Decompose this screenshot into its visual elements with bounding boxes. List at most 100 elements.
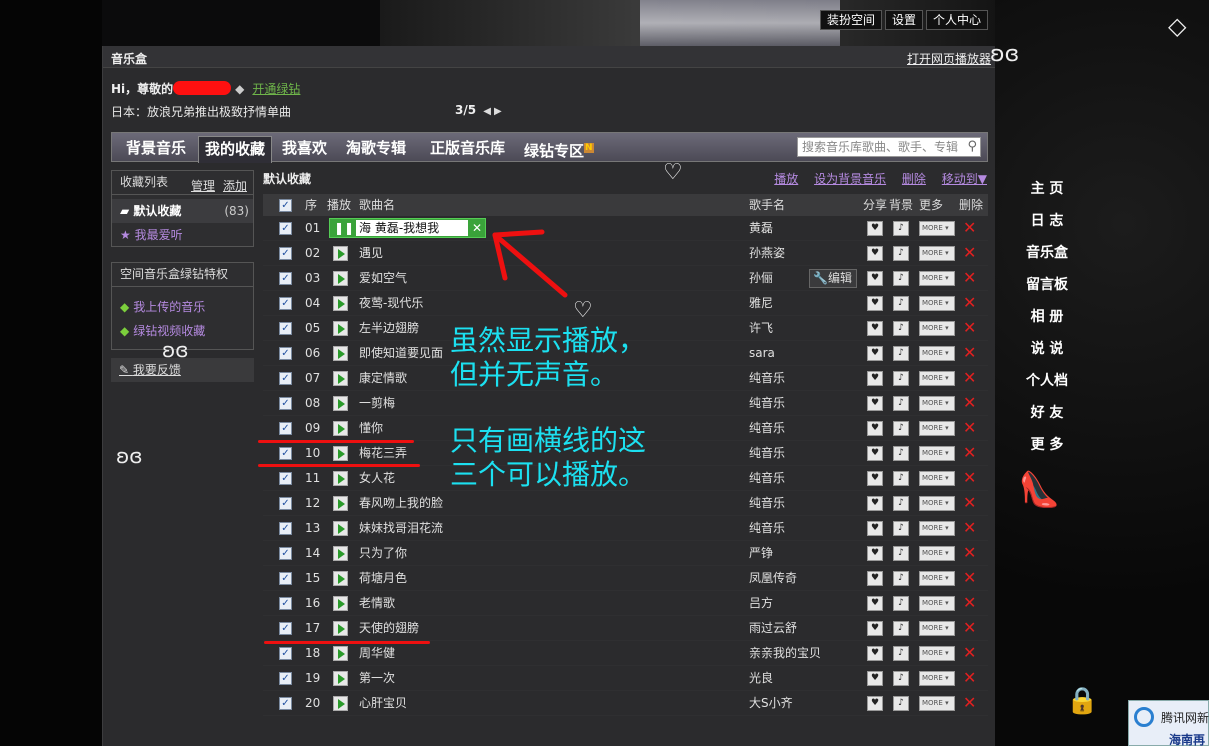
table-row[interactable]: ✓ 19 第一次 光良 ♥ ♪ MORE ▾ ✕	[263, 666, 988, 691]
delete-icon[interactable]: ✕	[963, 593, 976, 612]
play-icon[interactable]	[333, 596, 348, 611]
share-heart-icon[interactable]: ♥	[867, 471, 883, 486]
delete-icon[interactable]: ✕	[963, 568, 976, 587]
row-checkbox[interactable]: ✓	[279, 322, 292, 335]
background-music-icon[interactable]: ♪	[893, 521, 909, 536]
delete-selected-link[interactable]: 删除	[902, 172, 926, 186]
share-heart-icon[interactable]: ♥	[867, 271, 883, 286]
more-dropdown[interactable]: MORE ▾	[919, 271, 955, 286]
play-selected-link[interactable]: 播放	[774, 172, 798, 186]
row-checkbox[interactable]: ✓	[279, 647, 292, 660]
song-name[interactable]: 第一次	[359, 666, 395, 691]
row-checkbox[interactable]: ✓	[279, 372, 292, 385]
artist-name[interactable]: 雅尼	[749, 291, 773, 316]
background-music-icon[interactable]: ♪	[893, 646, 909, 661]
more-dropdown[interactable]: MORE ▾	[919, 496, 955, 511]
share-heart-icon[interactable]: ♥	[867, 246, 883, 261]
share-heart-icon[interactable]: ♥	[867, 321, 883, 336]
play-icon[interactable]	[333, 396, 348, 411]
row-checkbox[interactable]: ✓	[279, 572, 292, 585]
play-icon[interactable]	[333, 446, 348, 461]
background-music-icon[interactable]: ♪	[893, 396, 909, 411]
row-checkbox[interactable]: ✓	[279, 272, 292, 285]
row-checkbox[interactable]: ✓	[279, 547, 292, 560]
row-checkbox[interactable]: ✓	[279, 672, 292, 685]
song-name[interactable]: 老情歌	[359, 591, 395, 616]
play-icon[interactable]	[333, 271, 348, 286]
artist-name[interactable]: 纯音乐	[749, 466, 785, 491]
background-music-icon[interactable]: ♪	[893, 696, 909, 711]
news-ticker[interactable]: 日本：放浪兄弟推出极致抒情单曲	[111, 103, 291, 120]
song-name[interactable]: 春风吻上我的脸	[359, 491, 443, 516]
personal-center-button[interactable]: 个人中心	[926, 10, 989, 30]
artist-name[interactable]: 纯音乐	[749, 391, 785, 416]
table-row[interactable]: ✓ 03 爱如空气 孙俪 🔧编辑 ♥ ♪ MORE ▾ ✕	[263, 266, 988, 291]
sidebar-item-favorite[interactable]: ★ 我最爱听	[112, 223, 253, 247]
row-checkbox[interactable]: ✓	[279, 247, 292, 260]
row-checkbox[interactable]: ✓	[279, 422, 292, 435]
nav-blog[interactable]: 日 志	[1022, 210, 1072, 242]
artist-name[interactable]: 许飞	[749, 316, 773, 341]
set-background-link[interactable]: 设为背景音乐	[814, 172, 886, 186]
delete-icon[interactable]: ✕	[963, 443, 976, 462]
share-heart-icon[interactable]: ♥	[867, 646, 883, 661]
delete-icon[interactable]: ✕	[963, 318, 976, 337]
more-dropdown[interactable]: MORE ▾	[919, 296, 955, 311]
artist-name[interactable]: 凤凰传奇	[749, 566, 797, 591]
background-music-icon[interactable]: ♪	[893, 446, 909, 461]
more-dropdown[interactable]: MORE ▾	[919, 396, 955, 411]
song-name[interactable]: 心肝宝贝	[359, 691, 407, 716]
artist-name[interactable]: 纯音乐	[749, 516, 785, 541]
tab-background-music[interactable]: 背景音乐	[120, 136, 192, 163]
sidebar-item-default[interactable]: ▰ 默认收藏 (83)	[112, 199, 253, 223]
play-icon[interactable]	[333, 546, 348, 561]
song-name[interactable]: 夜莺-现代乐	[359, 291, 423, 316]
more-dropdown[interactable]: MORE ▾	[919, 621, 955, 636]
play-icon[interactable]	[333, 521, 348, 536]
table-row[interactable]: ✓ 14 只为了你 严铮 ♥ ♪ MORE ▾ ✕	[263, 541, 988, 566]
nav-friends[interactable]: 好 友	[1022, 402, 1072, 434]
background-music-icon[interactable]: ♪	[893, 621, 909, 636]
now-playing-bar[interactable]: ❚❚ 海 黄磊-我想我 ✕	[329, 218, 486, 238]
share-heart-icon[interactable]: ♥	[867, 571, 883, 586]
song-name[interactable]: 只为了你	[359, 541, 407, 566]
song-name[interactable]: 周华健	[359, 641, 395, 666]
share-heart-icon[interactable]: ♥	[867, 621, 883, 636]
delete-icon[interactable]: ✕	[963, 218, 976, 237]
prev-arrow-icon[interactable]: ◀	[483, 106, 491, 117]
more-dropdown[interactable]: MORE ▾	[919, 446, 955, 461]
manage-link[interactable]: 管理	[191, 179, 215, 193]
nav-home[interactable]: 主 页	[1022, 178, 1072, 210]
nav-guestbook[interactable]: 留言板	[1022, 274, 1072, 306]
share-heart-icon[interactable]: ♥	[867, 346, 883, 361]
artist-name[interactable]: 吕方	[749, 591, 773, 616]
play-icon[interactable]	[333, 421, 348, 436]
more-dropdown[interactable]: MORE ▾	[919, 521, 955, 536]
table-row[interactable]: ✓ 01 ❚❚ 海 黄磊-我想我 ✕ 黄磊 ♥ ♪ MORE ▾ ✕	[263, 216, 988, 241]
delete-icon[interactable]: ✕	[963, 368, 976, 387]
search-icon[interactable]: ⚲	[967, 138, 977, 156]
background-music-icon[interactable]: ♪	[893, 246, 909, 261]
more-dropdown[interactable]: MORE ▾	[919, 221, 955, 236]
row-checkbox[interactable]: ✓	[279, 697, 292, 710]
delete-icon[interactable]: ✕	[963, 343, 976, 362]
row-checkbox[interactable]: ✓	[279, 622, 292, 635]
edit-button[interactable]: 🔧编辑	[809, 269, 857, 288]
play-icon[interactable]	[333, 621, 348, 636]
background-music-icon[interactable]: ♪	[893, 596, 909, 611]
pause-icon[interactable]: ❚❚	[334, 219, 354, 237]
delete-icon[interactable]: ✕	[963, 518, 976, 537]
background-music-icon[interactable]: ♪	[893, 546, 909, 561]
play-icon[interactable]	[333, 496, 348, 511]
play-icon[interactable]	[333, 246, 348, 261]
move-to-link[interactable]: 移动到▼	[942, 172, 987, 186]
row-checkbox[interactable]: ✓	[279, 222, 292, 235]
delete-icon[interactable]: ✕	[963, 668, 976, 687]
table-row[interactable]: ✓ 12 春风吻上我的脸 纯音乐 ♥ ♪ MORE ▾ ✕	[263, 491, 988, 516]
song-name[interactable]: 遇见	[359, 241, 383, 266]
play-icon[interactable]	[333, 296, 348, 311]
more-dropdown[interactable]: MORE ▾	[919, 471, 955, 486]
row-checkbox[interactable]: ✓	[279, 297, 292, 310]
background-music-icon[interactable]: ♪	[893, 271, 909, 286]
song-name[interactable]: 即使知道要见面	[359, 341, 443, 366]
